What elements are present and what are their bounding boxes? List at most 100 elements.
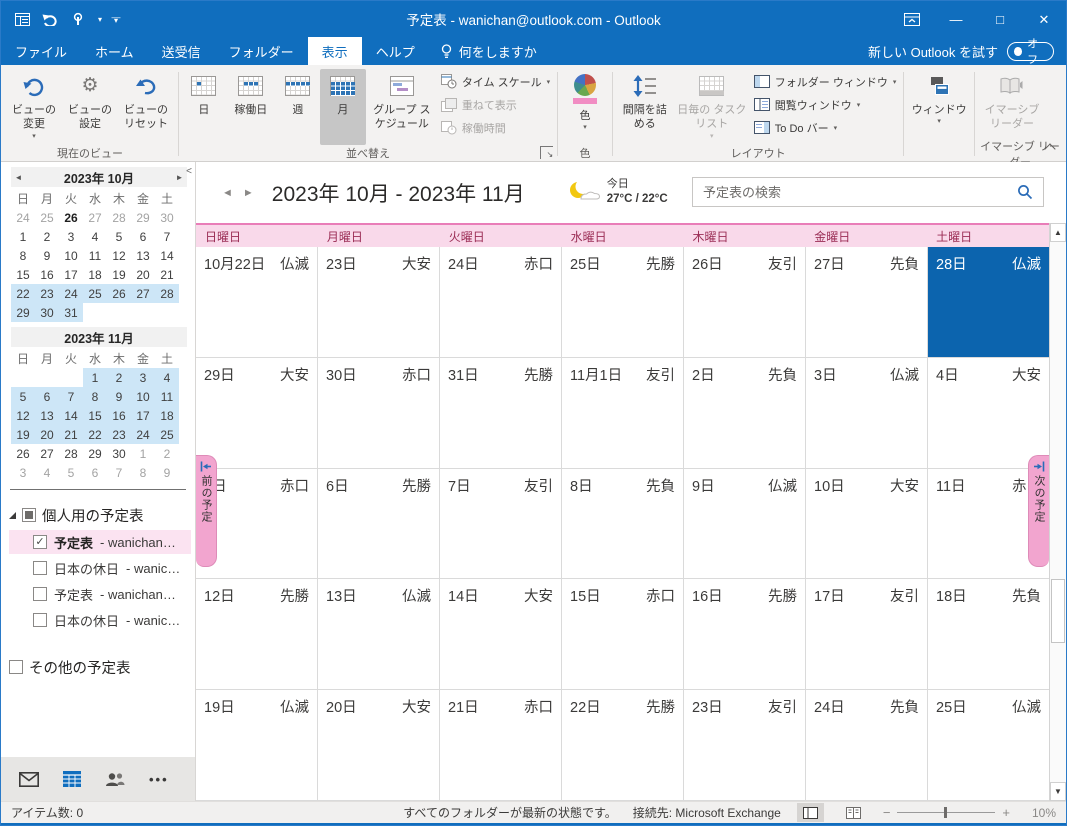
mini-day[interactable]: 24 xyxy=(11,208,35,227)
mini-day[interactable]: 17 xyxy=(59,265,83,284)
mini-day[interactable]: 11 xyxy=(155,387,179,406)
mini-day[interactable]: 28 xyxy=(107,208,131,227)
mini-day[interactable]: 7 xyxy=(59,387,83,406)
mini-day[interactable]: 9 xyxy=(35,246,59,265)
day-cell[interactable]: 11月1日 友引 xyxy=(562,357,684,468)
day-cell[interactable]: 31日 先勝 xyxy=(440,357,562,468)
day-cell[interactable]: 4日 大安 xyxy=(928,358,1049,468)
mini-day[interactable]: 9 xyxy=(107,387,131,406)
mini-day[interactable]: 1 xyxy=(11,227,35,246)
mini-day[interactable]: 8 xyxy=(83,387,107,406)
mini-day[interactable]: 19 xyxy=(107,265,131,284)
work-week-view-button[interactable]: 稼働日 xyxy=(226,69,276,145)
mini-day[interactable]: 4 xyxy=(83,227,107,246)
zoom-in-icon[interactable]: + xyxy=(1002,805,1010,820)
mini-day[interactable]: 5 xyxy=(107,227,131,246)
mini-day[interactable]: 8 xyxy=(131,463,155,482)
mini-day[interactable]: 28 xyxy=(59,444,83,463)
color-button[interactable]: 色 ▾ xyxy=(562,69,608,145)
forward-button[interactable]: ► xyxy=(243,187,254,199)
calendar-checkbox[interactable] xyxy=(33,613,47,627)
day-cell[interactable]: 16日 先勝 xyxy=(684,579,806,690)
calendar-list-item[interactable]: 予定表 - wanichan… xyxy=(9,582,191,606)
mini-day[interactable]: 10 xyxy=(131,387,155,406)
day-cell[interactable]: 25日 先勝 xyxy=(562,247,684,357)
day-cell[interactable]: 10月22日 仏滅 xyxy=(196,247,318,357)
mini-day[interactable]: 14 xyxy=(155,246,179,265)
mini-day[interactable]: 27 xyxy=(131,284,155,303)
day-cell[interactable]: 26日 友引 xyxy=(684,247,806,357)
scrollbar-thumb[interactable] xyxy=(1051,579,1065,643)
reading-pane-button[interactable]: 閲覧ウィンドウ ▾ xyxy=(751,93,900,116)
mini-day[interactable]: 18 xyxy=(155,406,179,425)
group-checkbox[interactable] xyxy=(9,660,23,674)
mini-day[interactable]: 23 xyxy=(35,284,59,303)
calendar-checkbox[interactable] xyxy=(33,535,47,549)
mini-day[interactable]: 10 xyxy=(59,246,83,265)
day-cell[interactable]: 20日 大安 xyxy=(318,690,440,800)
todo-bar-button[interactable]: To Do バー ▾ xyxy=(751,116,900,139)
touch-mode-icon[interactable] xyxy=(65,6,91,32)
mini-day[interactable]: 12 xyxy=(107,246,131,265)
scroll-down-icon[interactable]: ▼ xyxy=(1050,782,1066,801)
day-cell[interactable]: 15日 赤口 xyxy=(562,579,684,690)
new-outlook-toggle[interactable]: オフ xyxy=(1007,38,1054,66)
mini-day[interactable]: 6 xyxy=(35,387,59,406)
mini-day[interactable]: 24 xyxy=(131,425,155,444)
next-month-icon[interactable]: ► xyxy=(172,173,187,182)
mini-day[interactable]: 3 xyxy=(131,368,155,387)
mini-day[interactable]: 25 xyxy=(83,284,107,303)
calendar-icon[interactable] xyxy=(63,771,81,787)
maximize-button[interactable]: □ xyxy=(978,1,1022,37)
mini-day[interactable]: 3 xyxy=(59,227,83,246)
mini-day[interactable]: 29 xyxy=(83,444,107,463)
search-icon[interactable] xyxy=(1017,184,1033,200)
day-cell[interactable]: 23日 友引 xyxy=(684,690,806,800)
calendar-group-other[interactable]: その他の予定表 xyxy=(9,654,191,680)
zoom-out-icon[interactable]: − xyxy=(883,805,891,820)
mini-day[interactable]: 26 xyxy=(107,284,131,303)
change-view-button[interactable]: ビューの変更 ▾ xyxy=(6,69,62,145)
calendar-list-item[interactable]: 日本の休日 - wanic… xyxy=(9,556,191,580)
mini-day[interactable]: 15 xyxy=(11,265,35,284)
mini-day[interactable]: 9 xyxy=(155,463,179,482)
mini-day[interactable]: 31 xyxy=(59,303,83,322)
day-cell[interactable]: 21日 赤口 xyxy=(440,690,562,800)
touch-mode-dropdown-icon[interactable]: ▾ xyxy=(93,6,107,32)
day-cell[interactable]: 25日 仏滅 xyxy=(928,690,1049,800)
minimize-folder-pane-icon[interactable]: < xyxy=(186,166,192,177)
mini-day[interactable]: 15 xyxy=(83,406,107,425)
mini-day[interactable]: 1 xyxy=(131,444,155,463)
day-cell[interactable]: 30日 赤口 xyxy=(318,357,440,468)
mini-day[interactable]: 4 xyxy=(155,368,179,387)
mini-day[interactable]: 27 xyxy=(35,444,59,463)
more-options-icon[interactable]: ••• xyxy=(149,772,169,787)
zoom-slider-thumb[interactable] xyxy=(944,807,948,818)
day-cell[interactable]: 8日 先負 xyxy=(562,468,684,579)
mini-day[interactable]: 17 xyxy=(131,406,155,425)
day-cell[interactable]: 6日 先勝 xyxy=(318,468,440,579)
ribbon-display-options-icon[interactable] xyxy=(890,1,934,37)
folder-pane-button[interactable]: フォルダー ウィンドウ ▾ xyxy=(751,70,900,93)
mini-day[interactable]: 21 xyxy=(59,425,83,444)
minimize-button[interactable]: — xyxy=(934,1,978,37)
tab-help[interactable]: ヘルプ xyxy=(362,37,429,65)
tell-me-box[interactable]: 何をしますか xyxy=(429,37,549,65)
mini-day[interactable]: 2 xyxy=(155,444,179,463)
mini-day[interactable]: 1 xyxy=(83,368,107,387)
day-cell[interactable]: 2日 先負 xyxy=(684,357,806,468)
search-input[interactable] xyxy=(703,184,1017,200)
mini-day[interactable]: 7 xyxy=(107,463,131,482)
mini-day[interactable]: 27 xyxy=(83,208,107,227)
mini-day[interactable]: 13 xyxy=(35,406,59,425)
mini-day[interactable]: 3 xyxy=(11,463,35,482)
group-checkbox[interactable] xyxy=(22,508,36,522)
day-cell[interactable]: 28日 仏滅 xyxy=(928,247,1049,357)
group-schedule-button[interactable]: グループ スケジュール xyxy=(367,69,437,145)
time-scale-button[interactable]: タイム スケール ▾ xyxy=(438,70,553,93)
mail-icon[interactable] xyxy=(19,771,39,787)
day-cell[interactable]: 3日 仏滅 xyxy=(806,357,928,468)
customize-quick-access-icon[interactable]: — ▾ xyxy=(109,6,123,32)
weather-widget[interactable]: 今日 27°C / 22°C xyxy=(567,177,668,207)
mini-day[interactable]: 30 xyxy=(107,444,131,463)
